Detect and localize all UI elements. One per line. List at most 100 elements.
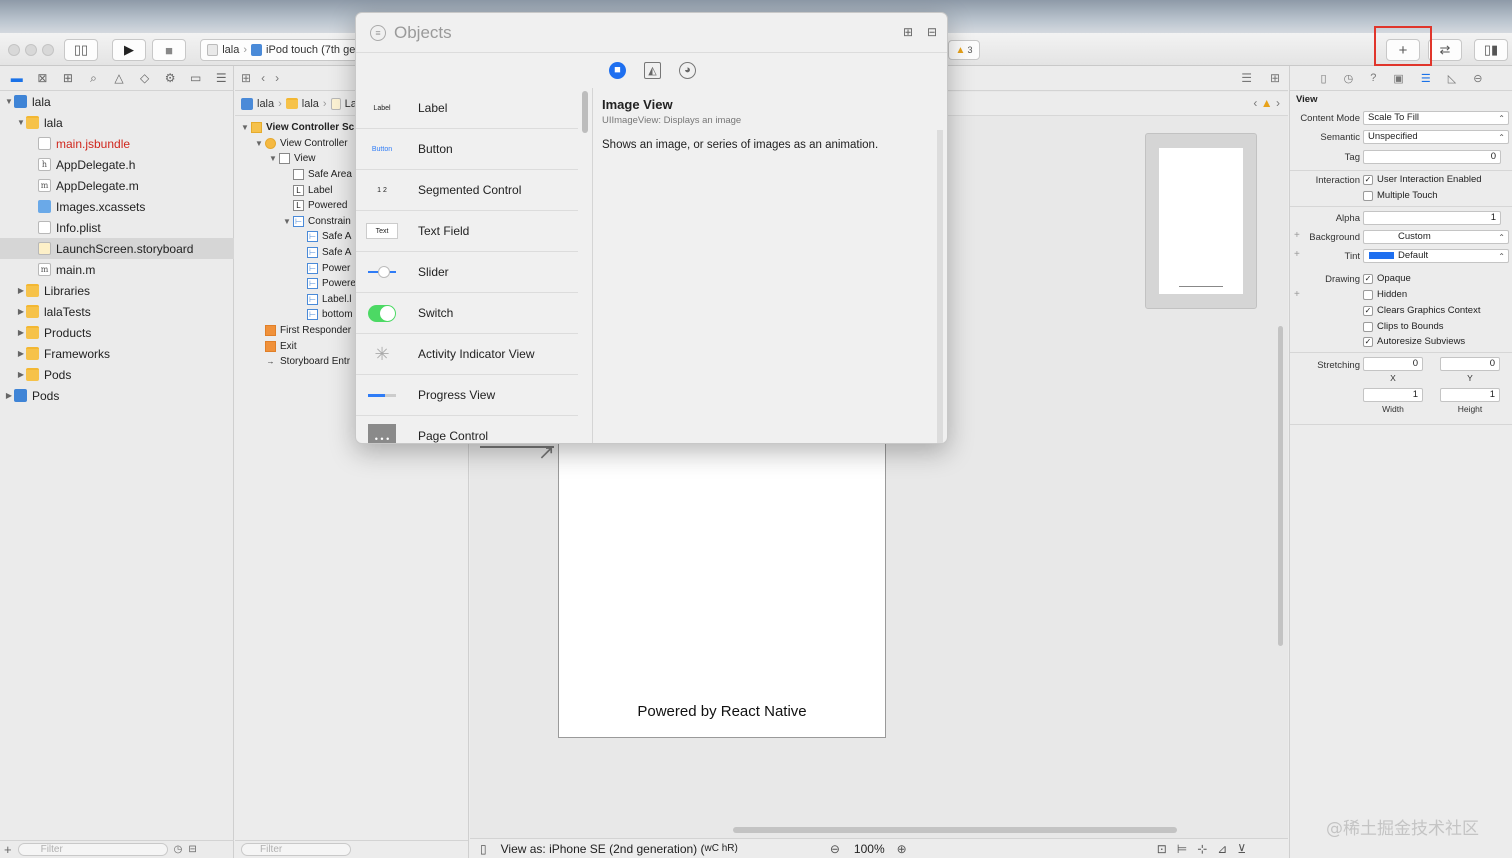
disclosure-open-icon[interactable]: ▼ [16, 118, 26, 127]
library-item[interactable]: • • • Page Control [356, 416, 578, 443]
pin-icon[interactable]: ⊹ [1197, 842, 1207, 856]
outline-item[interactable]: First Responder [255, 323, 351, 339]
add-variation-icon[interactable]: + [1294, 230, 1300, 241]
library-item[interactable]: Progress View [356, 375, 578, 416]
library-item[interactable]: Slider [356, 252, 578, 293]
disclosure-open-icon[interactable]: ▼ [4, 97, 14, 106]
connections-icon[interactable]: ⊖ [1473, 72, 1482, 85]
search-icon[interactable]: ⌕ [81, 71, 107, 86]
autoresize-checkbox[interactable]: ✓ Autoresize Subviews [1363, 336, 1465, 347]
outline-item[interactable]: ⊢ Safe A [297, 229, 351, 245]
library-list-scrollbar[interactable] [582, 91, 588, 133]
content-mode-popup[interactable]: Scale To Fill [1363, 111, 1509, 125]
vertical-scrollbar[interactable] [1278, 326, 1283, 646]
outline-item[interactable]: ▼ ⊢ Constrain [283, 214, 351, 230]
disclosure-closed-icon[interactable]: ▶ [4, 391, 14, 400]
outline-filter-input[interactable]: Filter [241, 843, 351, 856]
scm-filter-icon[interactable]: ⊟ [188, 844, 196, 855]
source-control-icon[interactable]: ⊠ [30, 71, 56, 85]
outline-toggle-icon[interactable]: ▯ [480, 842, 487, 856]
outline-item[interactable]: ⊢ Safe A [297, 245, 351, 261]
navigator-item[interactable]: ▶ lalaTests [0, 301, 234, 322]
align-icon[interactable]: ⊨ [1177, 842, 1187, 856]
library-item[interactable]: Label Label [356, 88, 578, 129]
outline-item[interactable]: ⊢ Label.l [297, 292, 351, 308]
folder-icon[interactable]: ▬ [4, 71, 30, 85]
colors-tab-icon[interactable]: ◕ [679, 61, 696, 79]
navigator-item[interactable]: Info.plist [0, 217, 234, 238]
navigator-item[interactable]: ▶ Libraries [0, 280, 234, 301]
breakpoint-icon[interactable]: ▭ [183, 71, 209, 85]
library-item[interactable]: 1 2 Segmented Control [356, 170, 578, 211]
outline-item[interactable]: ⊢ Powere [297, 276, 356, 292]
outline-item[interactable]: Safe Area [283, 167, 352, 183]
horizontal-scrollbar[interactable] [733, 827, 1177, 833]
library-item[interactable]: ✳ Activity Indicator View [356, 334, 578, 375]
help-icon[interactable]: ? [1370, 72, 1376, 84]
symbol-icon[interactable]: ⊞ [55, 71, 81, 85]
outline-item[interactable]: ▼ View Controller Sc [241, 120, 354, 136]
library-item[interactable]: Text Text Field [356, 211, 578, 252]
outline-item[interactable]: ⊢ bottom [297, 307, 353, 323]
navigator-item[interactable]: ▼ lala [0, 112, 234, 133]
objects-tab-icon[interactable]: ■ [609, 61, 626, 79]
navigator-item[interactable]: ▶ Frameworks [0, 343, 234, 364]
disclosure-closed-icon[interactable]: ▶ [16, 286, 26, 295]
history-icon[interactable]: ◷ [1344, 72, 1354, 85]
disclosure-open-icon[interactable]: ▼ [283, 217, 293, 226]
disclosure-closed-icon[interactable]: ▶ [16, 370, 26, 379]
back-icon[interactable]: ‹ [261, 71, 265, 85]
navigator-item[interactable]: h AppDelegate.h [0, 154, 234, 175]
recent-icon[interactable]: ◷ [174, 844, 183, 855]
outline-item[interactable]: ▼ View [269, 151, 316, 167]
media-tab-icon[interactable]: ◭ [644, 61, 661, 79]
minimize-window-button[interactable] [25, 44, 37, 56]
navigator-item[interactable]: m AppDelegate.m [0, 175, 234, 196]
close-window-button[interactable] [8, 44, 20, 56]
test-icon[interactable]: ◇ [132, 71, 158, 85]
related-items-icon[interactable]: ⊞ [241, 71, 251, 85]
disclosure-closed-icon[interactable]: ▶ [16, 307, 26, 316]
stretch-width-field[interactable]: 1 [1363, 388, 1423, 402]
editor-options-icon[interactable]: ☰ [1241, 71, 1252, 85]
toggle-inspector-button[interactable]: ▯▮ [1474, 39, 1508, 61]
breadcrumb-project[interactable]: lala [257, 98, 274, 110]
size-icon[interactable]: ◺ [1448, 72, 1456, 85]
add-variation-icon[interactable]: + [1294, 249, 1300, 260]
outline-item[interactable]: Exit [255, 338, 297, 354]
debug-icon[interactable]: ⚙ [157, 71, 183, 85]
clears-graphics-checkbox[interactable]: ✓ Clears Graphics Context [1363, 305, 1480, 316]
issue-icon[interactable]: △ [106, 71, 132, 85]
add-icon[interactable]: + [4, 842, 12, 857]
disclosure-open-icon[interactable]: ▼ [241, 123, 251, 132]
semantic-popup[interactable]: Unspecified [1363, 130, 1509, 144]
update-frames-icon[interactable]: ⊡ [1157, 842, 1167, 856]
powered-by-label[interactable]: Powered by React Native [559, 703, 885, 720]
tag-field[interactable]: 0 [1363, 150, 1501, 164]
launch-screen-scene[interactable]: Powered by React Native [558, 430, 886, 738]
alpha-field[interactable]: 1 [1363, 211, 1501, 225]
stop-button[interactable]: ■ [152, 39, 186, 61]
disclosure-open-icon[interactable]: ▼ [255, 139, 265, 148]
navigator-item[interactable]: m main.m [0, 259, 234, 280]
outline-item[interactable]: ▼ View Controller [255, 136, 348, 152]
navigator-filter-input[interactable]: Filter [17, 843, 168, 856]
zoom-window-button[interactable] [42, 44, 54, 56]
scene-minimap[interactable] [1145, 133, 1257, 309]
stretch-height-field[interactable]: 1 [1440, 388, 1500, 402]
issue-navigation[interactable]: ‹ ▲ › [1253, 96, 1280, 110]
toggle-navigator-button[interactable]: ▯▯ [64, 39, 98, 61]
embed-icon[interactable]: ⊻ [1237, 842, 1246, 856]
grid-view-icon[interactable]: ⊞ [903, 25, 913, 39]
disclosure-closed-icon[interactable]: ▶ [16, 349, 26, 358]
detail-view-icon[interactable]: ⊟ [927, 25, 937, 39]
resolve-icon[interactable]: ⊿ [1217, 842, 1227, 856]
clips-to-bounds-checkbox[interactable]: Clips to Bounds [1363, 321, 1444, 332]
navigator-item[interactable]: ▼ lala [0, 91, 234, 112]
forward-icon[interactable]: › [275, 71, 279, 85]
breadcrumb-folder[interactable]: lala [302, 98, 319, 110]
library-search-input[interactable]: Objects [394, 23, 452, 43]
stretch-y-field[interactable]: 0 [1440, 357, 1500, 371]
multiple-touch-checkbox[interactable]: Multiple Touch [1363, 190, 1438, 201]
add-variation-icon[interactable]: + [1294, 289, 1300, 300]
